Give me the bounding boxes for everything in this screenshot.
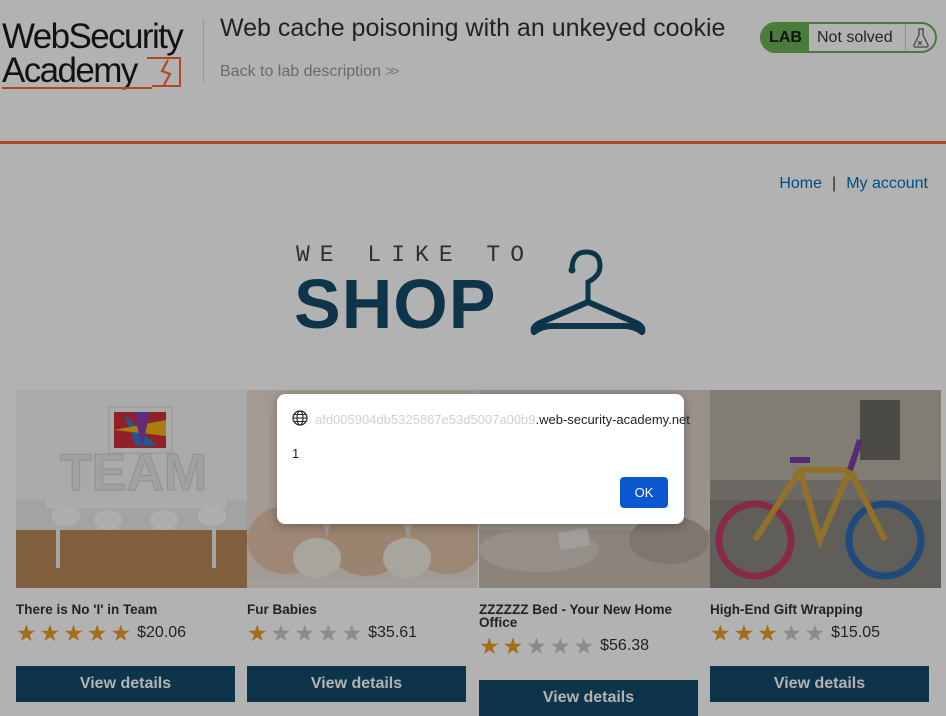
- alert-dialog: afd005904db5325867e53d5007a00b9.web-secu…: [277, 394, 690, 524]
- globe-icon: [292, 410, 308, 426]
- ok-button[interactable]: OK: [620, 477, 668, 508]
- alert-message: 1: [292, 446, 300, 461]
- alert-origin: afd005904db5325867e53d5007a00b9.web-secu…: [315, 412, 690, 427]
- alert-origin-prefix: afd005904db5325867e53d5007a00b9: [315, 412, 536, 427]
- alert-origin-domain: .web-security-academy.net: [535, 412, 690, 427]
- modal-backdrop: [0, 0, 946, 716]
